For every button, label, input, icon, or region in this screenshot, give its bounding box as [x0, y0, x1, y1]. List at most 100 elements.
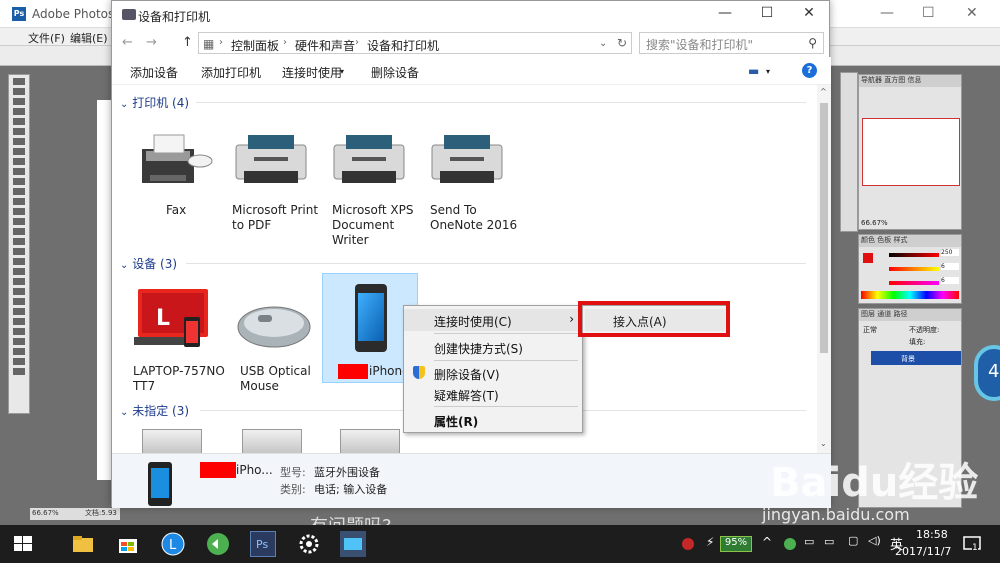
section-printers[interactable]: ⌄ 打印机 (4): [120, 94, 810, 111]
device-laptop[interactable]: LAPTOP-757NO TT7: [133, 364, 225, 394]
foreground-color[interactable]: [863, 253, 873, 263]
breadcrumb-hardware-sound[interactable]: 硬件和声音: [295, 37, 355, 54]
control-panel-taskbar-icon[interactable]: [340, 531, 366, 557]
monitor-icon[interactable]: ▭: [824, 535, 834, 548]
volume-icon[interactable]: ◁): [868, 534, 881, 547]
ps-menu-edit[interactable]: 编辑(E): [70, 30, 108, 46]
collapse-chevron-icon[interactable]: ⌄: [120, 260, 128, 271]
settings-gear-icon[interactable]: [296, 531, 322, 557]
tab-paths[interactable]: 路径: [893, 310, 907, 318]
printer-icon[interactable]: [234, 131, 308, 191]
network-icon[interactable]: ▢: [848, 534, 858, 547]
minimize-button[interactable]: —: [710, 5, 740, 21]
up-button[interactable]: ↑: [182, 35, 193, 50]
clock-time[interactable]: 18:58: [916, 528, 948, 541]
help-button[interactable]: ?: [802, 63, 817, 78]
ps-minimize-icon[interactable]: —: [880, 5, 894, 21]
tab-color[interactable]: 颜色: [861, 236, 875, 244]
color-spectrum[interactable]: [861, 291, 959, 299]
tab-layers[interactable]: 图层: [861, 310, 875, 318]
search-icon[interactable]: ⚲: [808, 36, 817, 50]
view-options-icon[interactable]: ▬: [748, 64, 759, 78]
color-panel: 颜色 色板 样式 250 6 6: [858, 234, 962, 304]
chevron-right-icon[interactable]: ›: [219, 37, 223, 48]
dropdown-arrow-icon[interactable]: ▾: [340, 67, 344, 76]
forward-button[interactable]: →: [146, 35, 157, 50]
browser-icon[interactable]: [205, 531, 231, 557]
back-button[interactable]: ←: [122, 35, 133, 50]
view-dropdown-icon[interactable]: ▾: [766, 67, 770, 76]
mouse-icon[interactable]: [236, 301, 314, 351]
menu-create-shortcut[interactable]: 创建快捷方式(S): [404, 336, 582, 358]
fax-icon[interactable]: [136, 129, 214, 191]
menu-troubleshoot[interactable]: 疑难解答(T): [404, 383, 582, 405]
file-explorer-icon[interactable]: [70, 531, 96, 557]
add-device-button[interactable]: 添加设备: [130, 64, 178, 81]
unspecified-device-icon[interactable]: [142, 429, 202, 453]
maximize-button[interactable]: ☐: [752, 5, 782, 21]
connect-using-button[interactable]: 连接时使用: [282, 64, 342, 81]
breadcrumb-devices-printers[interactable]: 设备和打印机: [367, 37, 439, 54]
collapse-chevron-icon[interactable]: ⌄: [120, 99, 128, 110]
tray-red-app-icon[interactable]: [680, 531, 696, 557]
ps-menu-file[interactable]: 文件(F): [28, 30, 65, 46]
unspecified-device-icon[interactable]: [340, 429, 400, 453]
battery-indicator[interactable]: 95%: [720, 536, 752, 552]
printer-microsoft-xps[interactable]: Microsoft XPS Document Writer: [332, 203, 424, 248]
photoshop-toolbox[interactable]: [8, 74, 30, 414]
ps-maximize-icon[interactable]: ☐: [922, 5, 935, 21]
wechat-icon[interactable]: [782, 531, 798, 557]
collapse-chevron-icon[interactable]: ⌄: [120, 407, 128, 418]
r-slider[interactable]: [889, 253, 939, 257]
menu-connect-using[interactable]: 连接时使用(C) ›: [404, 309, 582, 331]
clock-date[interactable]: 2017/11/7: [895, 545, 951, 558]
printer-onenote[interactable]: Send To OneNote 2016: [430, 203, 522, 233]
chevron-down-icon[interactable]: ⌄: [599, 38, 607, 49]
g-slider[interactable]: [889, 267, 939, 271]
printer-label: Send To OneNote 2016: [430, 203, 518, 232]
tab-info[interactable]: 信息: [907, 76, 921, 84]
address-box[interactable]: ▦ › 控制面板 › 硬件和声音 › 设备和打印机 ⌄ ↻: [198, 32, 632, 54]
scrollbar-thumb[interactable]: [820, 103, 828, 353]
remove-device-button[interactable]: 删除设备: [371, 64, 419, 81]
tab-navigator[interactable]: 导航器: [861, 76, 882, 84]
section-devices[interactable]: ⌄ 设备 (3): [120, 255, 810, 272]
ps-close-icon[interactable]: ✕: [966, 5, 978, 21]
phone-icon[interactable]: [354, 283, 388, 353]
refresh-icon[interactable]: ↻: [617, 36, 627, 50]
tab-channels[interactable]: 通道: [877, 310, 891, 318]
photoshop-taskbar-icon[interactable]: Ps: [250, 531, 276, 557]
chevron-right-icon[interactable]: ›: [355, 37, 359, 48]
tray-app-icon[interactable]: ▭: [804, 535, 814, 548]
printer-microsoft-pdf[interactable]: Microsoft Print to PDF: [232, 203, 324, 233]
printer-icon[interactable]: [430, 131, 504, 191]
lenovo-app-icon[interactable]: L: [160, 531, 186, 557]
windows-start-icon[interactable]: [10, 531, 36, 557]
store-icon[interactable]: [115, 531, 141, 557]
tab-histogram[interactable]: 直方图: [884, 76, 905, 84]
add-printer-button[interactable]: 添加打印机: [201, 64, 261, 81]
laptop-icon[interactable]: L: [132, 287, 212, 353]
b-value[interactable]: 6: [941, 277, 959, 284]
photoshop-logo-icon: Ps: [12, 7, 26, 21]
search-input[interactable]: 搜索"设备和打印机" ⚲: [639, 32, 824, 54]
vertical-scrollbar[interactable]: ^ ⌄: [817, 85, 831, 453]
chevron-up-icon[interactable]: ^: [762, 535, 772, 549]
tab-styles[interactable]: 样式: [893, 236, 907, 244]
r-value[interactable]: 250: [941, 249, 959, 256]
close-button[interactable]: ✕: [794, 5, 824, 21]
breadcrumb-control-panel[interactable]: 控制面板: [231, 37, 279, 54]
tab-swatches[interactable]: 色板: [877, 236, 891, 244]
menu-properties[interactable]: 属性(R): [404, 409, 582, 431]
g-value[interactable]: 6: [941, 263, 959, 270]
notification-icon[interactable]: 1: [960, 531, 986, 557]
unspecified-device-icon[interactable]: [242, 429, 302, 453]
blend-mode[interactable]: 正常: [863, 325, 877, 335]
device-usb-mouse[interactable]: USB Optical Mouse: [240, 364, 332, 394]
layer-row-background[interactable]: 背景: [871, 351, 961, 365]
chevron-right-icon[interactable]: ›: [283, 37, 287, 48]
photoshop-side-dock[interactable]: [840, 72, 858, 232]
b-slider[interactable]: [889, 281, 939, 285]
printer-icon[interactable]: [332, 131, 406, 191]
menu-remove-device[interactable]: 删除设备(V): [404, 362, 582, 384]
